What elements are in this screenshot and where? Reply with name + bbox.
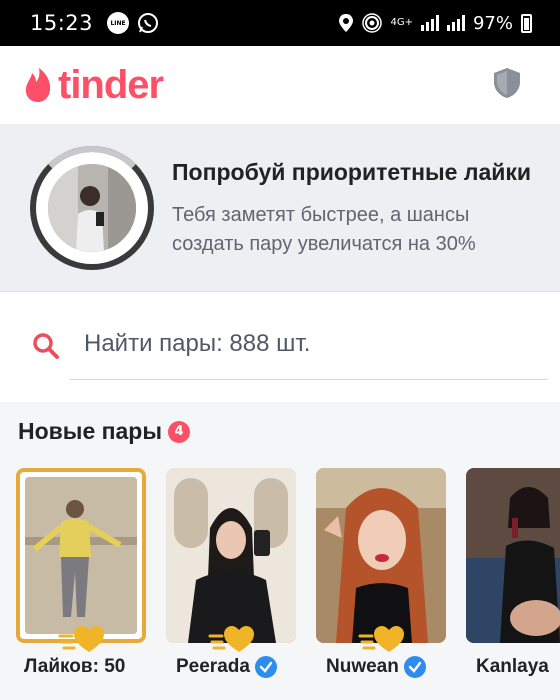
location-icon: [339, 14, 354, 32]
priority-likes-promo[interactable]: Попробуй приоритетные лайки Тебя заметят…: [0, 124, 560, 292]
network-type: 4G+: [390, 17, 413, 28]
gold-heart-icon: [58, 626, 104, 652]
match-card-kanlaya[interactable]: [466, 468, 560, 643]
match-photo: [466, 468, 560, 643]
match-name-nuwean: Nuwean: [326, 656, 426, 678]
app-header: tinder: [0, 46, 560, 124]
card-label-text: Лайков: 50: [24, 656, 126, 677]
match-card-peerada[interactable]: [166, 468, 296, 643]
new-matches-header: Новые пары 4: [18, 418, 190, 445]
flame-icon: [25, 68, 51, 102]
new-matches-count-badge: 4: [168, 420, 190, 443]
search-icon: [33, 333, 59, 359]
status-time: 15:23: [30, 11, 94, 35]
gold-heart-icon: [208, 626, 254, 652]
tinder-logo[interactable]: tinder: [24, 62, 164, 108]
blurred-photo: [25, 477, 137, 634]
verified-check-icon: [254, 656, 277, 678]
promo-title: Попробуй приоритетные лайки: [172, 159, 532, 185]
gold-heart-icon: [358, 626, 404, 652]
search-underline: [70, 379, 548, 380]
new-matches-section: Новые пары 4 Лайков: 50 Peerada Nuwean K…: [0, 402, 560, 700]
promo-text: Попробуй приоритетные лайки Тебя заметят…: [172, 156, 540, 259]
line-app-icon: LINE: [107, 12, 130, 34]
likes-card-photo: [25, 477, 137, 634]
signal-bars-icon: [420, 15, 439, 31]
match-card-nuwean[interactable]: [316, 468, 446, 643]
likes-you-card[interactable]: [16, 468, 146, 643]
new-matches-title: Новые пары: [18, 418, 162, 444]
safety-toolkit-button[interactable]: [492, 67, 522, 103]
match-name-kanlaya: Kanlaya: [476, 656, 549, 678]
card-label-text: Peerada: [176, 656, 250, 677]
match-name-peerada: Peerada: [176, 656, 277, 678]
status-right: 4G+ 97%: [338, 13, 532, 34]
battery-icon: [521, 13, 532, 33]
verified-check-icon: [403, 656, 426, 678]
shield-icon: [494, 68, 520, 98]
whatsapp-icon: [138, 13, 159, 33]
signal-bars-2-icon: [446, 15, 465, 31]
search-label[interactable]: Найти пары: 888 шт.: [84, 330, 310, 358]
promo-avatar: [48, 163, 136, 252]
logo-text: tinder: [58, 62, 164, 107]
avatar-photo: [48, 163, 136, 252]
card-label-text: Kanlaya: [476, 656, 549, 677]
status-left: 15:23 LINE: [30, 11, 159, 35]
battery-percent: 97%: [472, 12, 513, 34]
hotspot-icon: [362, 13, 383, 33]
likes-count-label: Лайков: 50: [24, 656, 125, 678]
promo-subtitle: Тебя заметят быстрее, а шансы создать па…: [172, 204, 476, 255]
status-bar: 15:23 LINE 4G+ 97%: [0, 0, 560, 46]
match-photo: [166, 468, 296, 643]
match-photo: [316, 468, 446, 643]
promo-avatar-ring: [30, 145, 154, 270]
find-matches-search[interactable]: Найти пары: 888 шт.: [0, 292, 560, 402]
card-label-text: Nuwean: [326, 656, 399, 677]
